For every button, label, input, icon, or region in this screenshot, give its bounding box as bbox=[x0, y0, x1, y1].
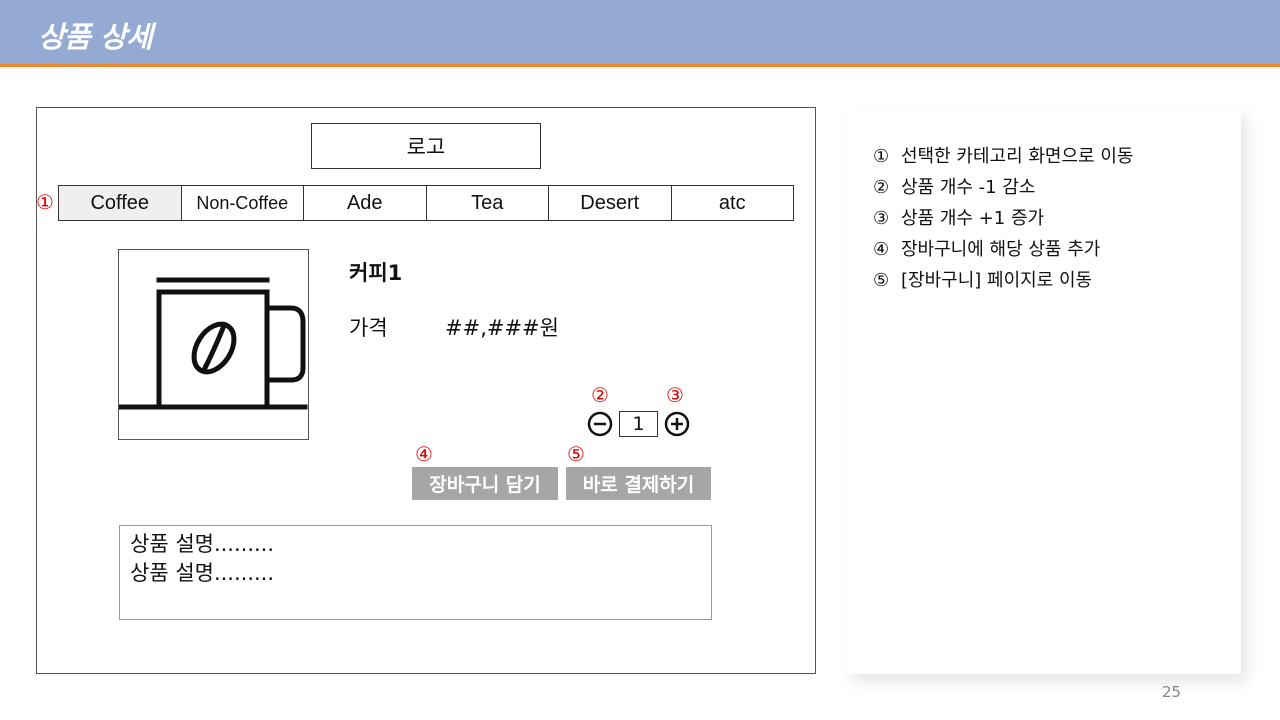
marker-5: ⑤ bbox=[567, 442, 585, 466]
coffee-mug-icon bbox=[118, 277, 308, 410]
nav-item-coffee[interactable]: Coffee bbox=[59, 186, 182, 220]
nav-item-atc[interactable]: atc bbox=[672, 186, 794, 220]
description-line: 상품 설명......... bbox=[130, 532, 275, 556]
note-number: ④ bbox=[873, 239, 890, 260]
note-number: ⑤ bbox=[873, 270, 890, 291]
note-item: ① 선택한 카테고리 화면으로 이동 bbox=[873, 141, 1133, 172]
category-nav: Coffee Non-Coffee Ade Tea Desert atc bbox=[58, 185, 794, 221]
logo-box[interactable]: 로고 bbox=[311, 123, 541, 169]
quantity-increase-button[interactable] bbox=[664, 411, 690, 437]
add-to-cart-button[interactable]: 장바구니 담기 bbox=[412, 467, 558, 500]
page-number: 25 bbox=[1162, 683, 1182, 701]
minus-circle-icon bbox=[587, 411, 613, 437]
product-description: 상품 설명......... 상품 설명......... bbox=[119, 525, 712, 620]
buy-now-button[interactable]: 바로 결제하기 bbox=[566, 467, 711, 500]
plus-circle-icon bbox=[664, 411, 690, 437]
note-item: ④ 장바구니에 해당 상품 추가 bbox=[873, 234, 1133, 265]
note-text: 선택한 카테고리 화면으로 이동 bbox=[901, 146, 1134, 167]
quantity-decrease-button[interactable] bbox=[587, 411, 613, 437]
logo-label: 로고 bbox=[406, 135, 446, 159]
note-text: 상품 개수 -1 감소 bbox=[901, 177, 1036, 198]
nav-item-ade[interactable]: Ade bbox=[304, 186, 427, 220]
description-line: 상품 설명......... bbox=[130, 561, 275, 585]
price-value: ##,###원 bbox=[445, 316, 559, 340]
note-text: 상품 개수 +1 증가 bbox=[901, 208, 1045, 229]
note-item: ⑤ [장바구니] 페이지로 이동 bbox=[873, 265, 1133, 296]
note-text: 장바구니에 해당 상품 추가 bbox=[901, 239, 1101, 260]
note-number: ② bbox=[873, 177, 890, 198]
title-bar: 상품 상세 bbox=[0, 0, 1280, 67]
note-item: ② 상품 개수 -1 감소 bbox=[873, 172, 1133, 203]
product-image bbox=[118, 249, 309, 440]
marker-4: ④ bbox=[415, 442, 433, 466]
page-title: 상품 상세 bbox=[38, 20, 153, 54]
note-text: [장바구니] 페이지로 이동 bbox=[901, 270, 1093, 291]
nav-item-tea[interactable]: Tea bbox=[427, 186, 549, 220]
notes-panel: ① 선택한 카테고리 화면으로 이동 ② 상품 개수 -1 감소 ③ 상품 개수 +1… bbox=[847, 108, 1241, 674]
marker-2: ② bbox=[591, 383, 609, 407]
marker-1: ① bbox=[36, 190, 54, 214]
price-label: 가격 bbox=[349, 316, 388, 340]
marker-3: ③ bbox=[666, 383, 684, 407]
note-number: ① bbox=[873, 146, 890, 167]
nav-item-desert[interactable]: Desert bbox=[549, 186, 672, 220]
note-number: ③ bbox=[873, 208, 890, 229]
notes-list: ① 선택한 카테고리 화면으로 이동 ② 상품 개수 -1 감소 ③ 상품 개수 +1… bbox=[873, 141, 1133, 296]
product-name: 커피1 bbox=[349, 261, 403, 285]
quantity-input[interactable]: 1 bbox=[619, 411, 658, 437]
note-item: ③ 상품 개수 +1 증가 bbox=[873, 203, 1133, 234]
nav-item-non-coffee[interactable]: Non-Coffee bbox=[182, 186, 304, 220]
